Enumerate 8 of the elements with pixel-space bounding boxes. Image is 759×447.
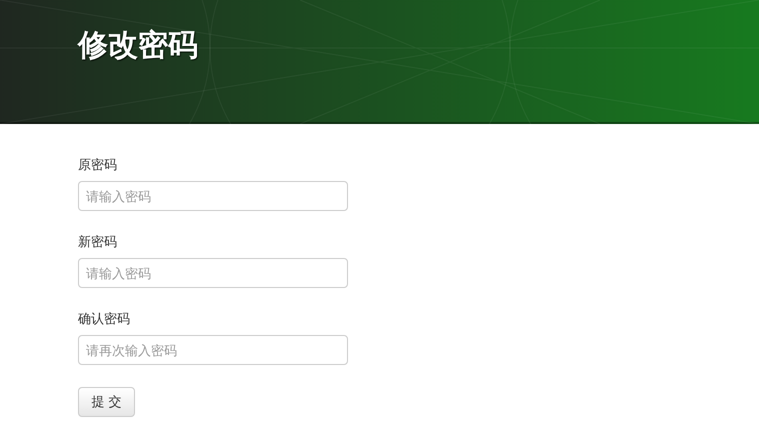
password-field[interactable]: 请再次输入密码 — [78, 335, 348, 365]
password-field[interactable]: 请输入密码 — [78, 181, 348, 211]
field-label: 确认密码 — [78, 310, 131, 328]
page-title: 修改密码 — [78, 28, 198, 64]
password-field[interactable]: 请输入密码 — [78, 258, 348, 288]
field-label: 新密码 — [78, 233, 118, 251]
field-label: 原密码 — [78, 156, 118, 174]
submit-button[interactable]: 提 交 — [78, 387, 135, 417]
